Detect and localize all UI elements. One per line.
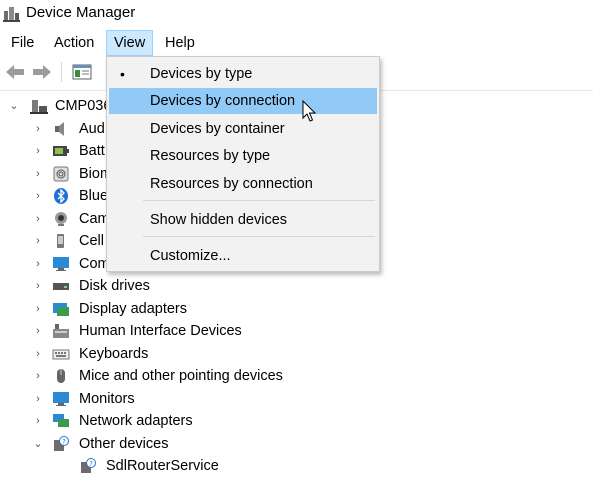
menu-customize[interactable]: Customize... [109, 243, 377, 269]
tree-item-label: Keyboards [79, 346, 149, 362]
menu-bar: File Action View Help [0, 30, 593, 56]
tree-item-label: Human Interface Devices [79, 323, 242, 339]
fingerprint-icon [52, 166, 70, 182]
menu-item-label: Show hidden devices [150, 212, 288, 228]
tree-item[interactable]: ⌄? Other devices [0, 433, 593, 455]
keyboard-icon [52, 346, 70, 362]
tree-item[interactable]: › Human Interface Devices [0, 320, 593, 342]
chevron-right-icon[interactable]: › [33, 320, 43, 342]
monitor-icon [52, 391, 70, 407]
menu-item-label: Devices by connection [150, 93, 296, 109]
chevron-right-icon[interactable]: › [33, 230, 43, 252]
tree-item-label: Blue [79, 188, 109, 204]
tree-item-label: Mice and other pointing devices [79, 368, 283, 384]
menu-item-label: Devices by container [150, 121, 285, 137]
toolbar-separator [61, 62, 62, 82]
menu-devices-by-type[interactable]: • Devices by type [109, 61, 377, 87]
menu-show-hidden-devices[interactable]: Show hidden devices [109, 207, 377, 233]
view-menu-dropdown: • Devices by type Devices by connection … [106, 56, 380, 272]
forward-button[interactable] [31, 61, 53, 83]
tree-item[interactable]: › Display adapters [0, 298, 593, 320]
tree-item[interactable]: › Network adapters [0, 410, 593, 432]
mouse-icon [52, 368, 70, 384]
tree-item[interactable]: › Disk drives [0, 275, 593, 297]
chevron-right-icon[interactable]: › [33, 275, 43, 297]
speaker-icon [52, 121, 70, 137]
menu-file[interactable]: File [4, 30, 41, 56]
chevron-right-icon[interactable]: › [33, 298, 43, 320]
menu-devices-by-container[interactable]: Devices by container [109, 116, 377, 142]
chevron-right-icon[interactable]: › [33, 140, 43, 162]
camera-icon [52, 211, 70, 227]
battery-icon [52, 143, 70, 159]
menu-view[interactable]: View [106, 30, 154, 56]
root-label: CMP036 [55, 98, 112, 114]
bullet-icon: • [120, 66, 125, 82]
menu-resources-by-type[interactable]: Resources by type [109, 143, 377, 169]
chevron-right-icon[interactable]: › [33, 163, 43, 185]
tree-item-label: Aud [79, 121, 105, 137]
tree-item-label: Batt [79, 143, 105, 159]
window-title: Device Manager [26, 4, 136, 21]
mouse-cursor-icon [302, 99, 318, 124]
menu-action[interactable]: Action [47, 30, 101, 56]
tree-item[interactable]: › Mice and other pointing devices [0, 365, 593, 387]
chevron-right-icon[interactable]: › [33, 208, 43, 230]
menu-item-label: Devices by type [150, 66, 253, 82]
chevron-right-icon[interactable]: › [33, 185, 43, 207]
display-adapter-icon [52, 301, 70, 317]
menu-devices-by-connection[interactable]: Devices by connection [109, 88, 377, 114]
hid-icon [52, 323, 70, 339]
chevron-right-icon[interactable]: › [33, 343, 43, 365]
network-icon [52, 413, 70, 429]
tree-item[interactable]: › Monitors [0, 388, 593, 410]
tree-item[interactable]: › Keyboards [0, 343, 593, 365]
show-hide-console-tree-button[interactable] [71, 61, 93, 83]
chevron-right-icon[interactable]: › [33, 118, 43, 140]
cellular-icon [52, 233, 70, 249]
forward-arrow-icon [33, 65, 51, 79]
menu-item-label: Resources by type [150, 148, 271, 164]
bluetooth-icon [52, 188, 70, 204]
chevron-right-icon[interactable]: › [33, 410, 43, 432]
tree-item-label: Monitors [79, 391, 135, 407]
chevron-down-icon[interactable]: ⌄ [33, 433, 43, 455]
menu-help[interactable]: Help [158, 30, 202, 56]
menu-item-label: Resources by connection [150, 176, 313, 192]
computer-icon [52, 256, 70, 272]
menu-item-label: Customize... [150, 248, 231, 264]
tree-item-label: Network adapters [79, 413, 193, 429]
tree-child-item[interactable]: ? SdlRouterService [0, 455, 593, 477]
chevron-right-icon[interactable]: › [33, 365, 43, 387]
menu-resources-by-connection[interactable]: Resources by connection [109, 171, 377, 197]
tree-item-label: SdlRouterService [106, 458, 219, 474]
chevron-right-icon[interactable]: › [33, 388, 43, 410]
console-tree-icon [72, 64, 92, 80]
device-manager-icon [3, 5, 20, 22]
menu-separator [143, 200, 375, 201]
computer-root-icon [30, 98, 48, 114]
menu-separator [143, 236, 375, 237]
unknown-device-icon: ? [79, 458, 97, 474]
back-button[interactable] [4, 61, 26, 83]
unknown-device-icon: ? [52, 436, 70, 452]
tree-item-label: Cell [79, 233, 104, 249]
chevron-down-icon[interactable]: ⌄ [9, 95, 19, 117]
tree-item-label: Other devices [79, 436, 169, 452]
tree-item-label: Disk drives [79, 278, 150, 294]
disk-drive-icon [52, 278, 70, 294]
tree-item-label: Display adapters [79, 301, 187, 317]
back-arrow-icon [6, 65, 24, 79]
chevron-right-icon[interactable]: › [33, 253, 43, 275]
svg-text:?: ? [62, 438, 66, 446]
svg-text:?: ? [89, 460, 93, 468]
title-bar: Device Manager [0, 0, 593, 30]
